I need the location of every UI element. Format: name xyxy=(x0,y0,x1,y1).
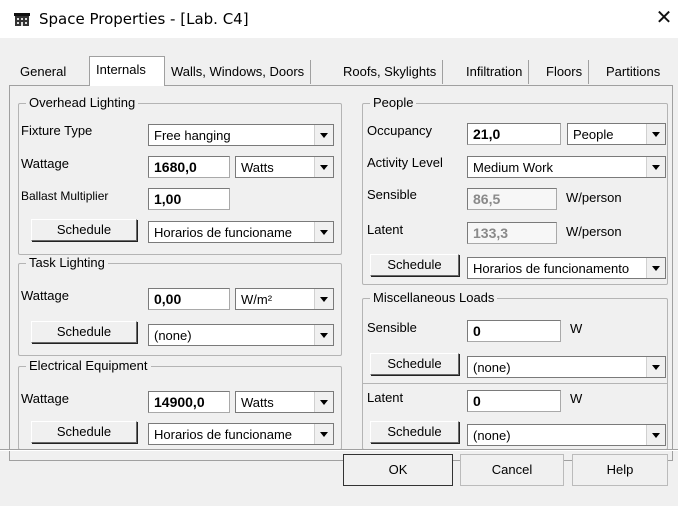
equipment-schedule-select[interactable]: Horarios de funcioname xyxy=(148,423,334,445)
task-wattage-unit-select[interactable]: W/m² xyxy=(235,288,334,310)
people-sensible-input: 86,5 xyxy=(467,188,557,210)
overhead-lighting-title: Overhead Lighting xyxy=(26,95,139,111)
chevron-down-icon[interactable] xyxy=(314,157,333,177)
misc-latent-schedule-select[interactable]: (none) xyxy=(467,424,666,446)
misc-latent-schedule-button[interactable]: Schedule xyxy=(370,421,459,443)
task-lighting-title: Task Lighting xyxy=(26,255,108,271)
overhead-schedule-button[interactable]: Schedule xyxy=(31,219,137,241)
window-title: Space Properties - [Lab. C4] xyxy=(39,10,249,28)
overhead-schedule-select[interactable]: Horarios de funcioname xyxy=(148,221,334,243)
overhead-wattage-unit-select[interactable]: Watts xyxy=(235,156,334,178)
misc-latent-unit: W xyxy=(570,391,583,406)
building-icon xyxy=(14,13,30,27)
tab-roofs-skylights[interactable]: Roofs, Skylights xyxy=(337,60,444,84)
chevron-down-icon[interactable] xyxy=(314,424,333,444)
chevron-down-icon[interactable] xyxy=(646,425,665,445)
task-schedule-select[interactable]: (none) xyxy=(148,324,334,346)
overhead-wattage-input[interactable]: 1680,0 xyxy=(148,156,230,178)
tab-general[interactable]: General xyxy=(14,60,73,84)
tab-partitions[interactable]: Partitions xyxy=(600,60,667,84)
misc-loads-divider xyxy=(363,383,667,384)
chevron-down-icon[interactable] xyxy=(646,157,665,177)
misc-sensible-input[interactable]: 0 xyxy=(467,320,561,342)
tab-floors[interactable]: Floors xyxy=(540,60,590,84)
close-icon[interactable]: ✕ xyxy=(655,8,673,28)
chevron-down-icon[interactable] xyxy=(314,289,333,309)
misc-sensible-schedule-select[interactable]: (none) xyxy=(467,356,666,378)
task-schedule-button[interactable]: Schedule xyxy=(31,321,137,343)
cancel-button[interactable]: Cancel xyxy=(460,454,564,486)
ballast-multiplier-label: Ballast Multiplier xyxy=(21,189,109,203)
equipment-wattage-label: Wattage xyxy=(21,391,69,406)
ballast-multiplier-input[interactable]: 1,00 xyxy=(148,188,230,210)
fixture-type-select[interactable]: Free hanging xyxy=(148,124,334,146)
chevron-down-icon[interactable] xyxy=(646,258,665,278)
task-wattage-input[interactable]: 0,00 xyxy=(148,288,230,310)
chevron-down-icon[interactable] xyxy=(314,325,333,345)
occupancy-unit-select[interactable]: People xyxy=(567,123,666,145)
people-schedule-button[interactable]: Schedule xyxy=(370,254,459,276)
people-latent-unit: W/person xyxy=(566,224,622,239)
people-sensible-unit: W/person xyxy=(566,190,622,205)
overhead-wattage-label: Wattage xyxy=(21,156,69,171)
equipment-wattage-input[interactable]: 14900,0 xyxy=(148,391,230,413)
people-sensible-label: Sensible xyxy=(367,187,417,202)
misc-sensible-unit: W xyxy=(570,321,583,336)
activity-level-select[interactable]: Medium Work xyxy=(467,156,666,178)
task-wattage-label: Wattage xyxy=(21,288,69,303)
occupancy-input[interactable]: 21,0 xyxy=(467,123,561,145)
misc-loads-title: Miscellaneous Loads xyxy=(370,290,498,306)
chevron-down-icon[interactable] xyxy=(646,124,665,144)
tab-internals[interactable]: Internals xyxy=(89,56,165,86)
misc-sensible-label: Sensible xyxy=(367,320,417,335)
equipment-schedule-button[interactable]: Schedule xyxy=(31,421,137,443)
chevron-down-icon[interactable] xyxy=(646,357,665,377)
tab-infiltration[interactable]: Infiltration xyxy=(460,60,530,84)
misc-latent-input[interactable]: 0 xyxy=(467,390,561,412)
tab-walls-windows-doors[interactable]: Walls, Windows, Doors xyxy=(165,60,312,84)
help-button[interactable]: Help xyxy=(572,454,668,486)
people-schedule-select[interactable]: Horarios de funcionamento xyxy=(467,257,666,279)
activity-level-label: Activity Level xyxy=(367,155,443,170)
electrical-equipment-title: Electrical Equipment xyxy=(26,358,151,374)
ok-button[interactable]: OK xyxy=(343,454,453,486)
chevron-down-icon[interactable] xyxy=(314,392,333,412)
chevron-down-icon[interactable] xyxy=(314,222,333,242)
button-separator xyxy=(0,449,678,451)
dialog-client-area: General Internals Walls, Windows, Doors … xyxy=(0,38,678,506)
equipment-wattage-unit-select[interactable]: Watts xyxy=(235,391,334,413)
occupancy-label: Occupancy xyxy=(367,123,433,138)
people-latent-input: 133,3 xyxy=(467,222,557,244)
misc-sensible-schedule-button[interactable]: Schedule xyxy=(370,353,459,375)
people-title: People xyxy=(370,95,417,111)
chevron-down-icon[interactable] xyxy=(314,125,333,145)
title-bar: Space Properties - [Lab. C4] ✕ xyxy=(0,0,678,38)
misc-latent-label: Latent xyxy=(367,390,404,405)
fixture-type-label: Fixture Type xyxy=(21,123,93,138)
people-latent-label: Latent xyxy=(367,222,404,237)
